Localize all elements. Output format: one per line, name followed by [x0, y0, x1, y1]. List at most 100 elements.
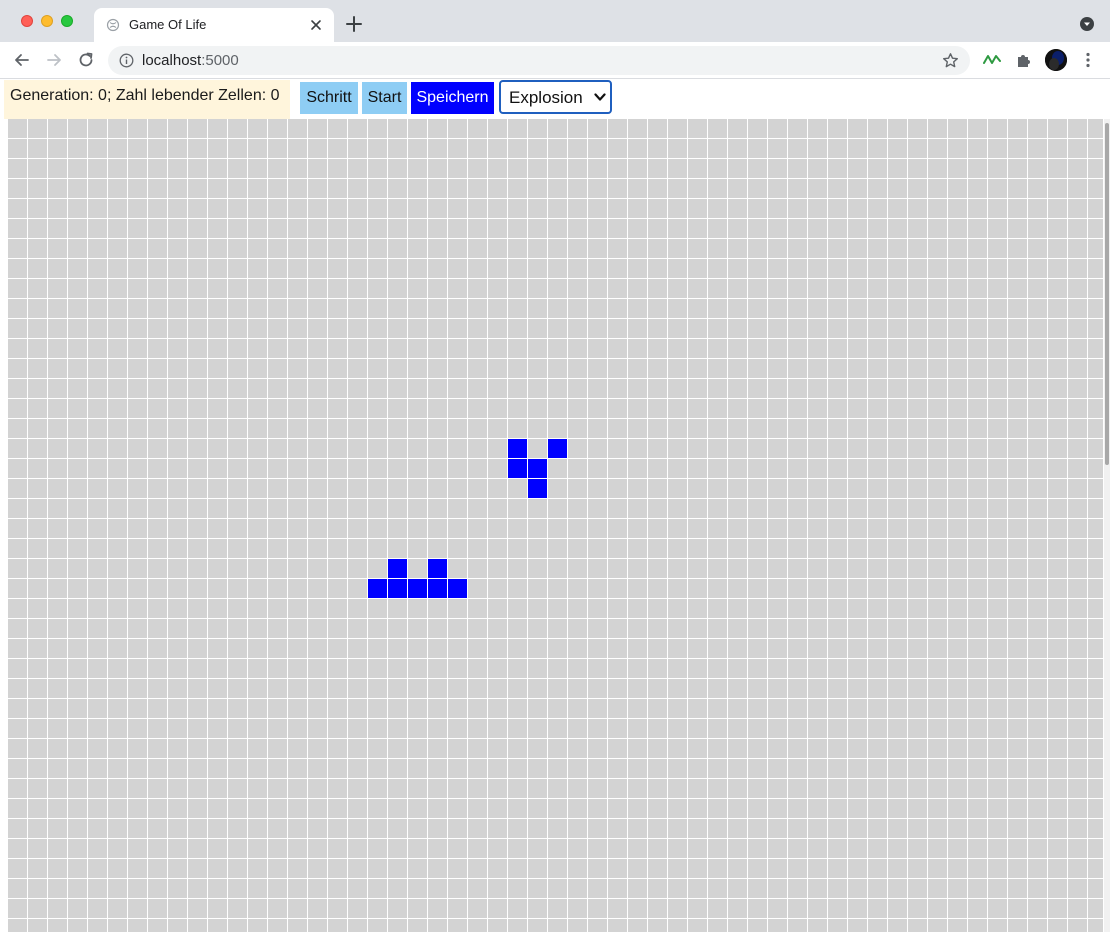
cell[interactable]: [428, 679, 447, 698]
cell[interactable]: [208, 399, 227, 418]
cell[interactable]: [988, 579, 1007, 598]
cell[interactable]: [428, 899, 447, 918]
cell[interactable]: [808, 599, 827, 618]
cell[interactable]: [428, 919, 447, 932]
cell[interactable]: [848, 119, 867, 138]
cell[interactable]: [348, 439, 367, 458]
cell[interactable]: [488, 739, 507, 758]
cell[interactable]: [1088, 879, 1103, 898]
cell[interactable]: [808, 399, 827, 418]
cell[interactable]: [508, 479, 527, 498]
cell[interactable]: [308, 299, 327, 318]
cell[interactable]: [128, 319, 147, 338]
cell[interactable]: [688, 599, 707, 618]
cell[interactable]: [508, 599, 527, 618]
cell[interactable]: [548, 899, 567, 918]
alive-cell[interactable]: [388, 559, 407, 578]
cell[interactable]: [848, 319, 867, 338]
cell[interactable]: [68, 539, 87, 558]
cell[interactable]: [868, 619, 887, 638]
cell[interactable]: [808, 479, 827, 498]
cell[interactable]: [868, 399, 887, 418]
cell[interactable]: [788, 699, 807, 718]
cell[interactable]: [1088, 859, 1103, 878]
cell[interactable]: [268, 379, 287, 398]
cell[interactable]: [188, 759, 207, 778]
cell[interactable]: [328, 359, 347, 378]
cell[interactable]: [268, 839, 287, 858]
cell[interactable]: [848, 879, 867, 898]
cell[interactable]: [568, 199, 587, 218]
cell[interactable]: [348, 399, 367, 418]
cell[interactable]: [908, 539, 927, 558]
cell[interactable]: [288, 479, 307, 498]
cell[interactable]: [128, 179, 147, 198]
cell[interactable]: [828, 119, 847, 138]
cell[interactable]: [68, 319, 87, 338]
cell[interactable]: [128, 259, 147, 278]
cell[interactable]: [88, 299, 107, 318]
cell[interactable]: [388, 279, 407, 298]
cell[interactable]: [148, 239, 167, 258]
cell[interactable]: [508, 859, 527, 878]
cell[interactable]: [248, 779, 267, 798]
cell[interactable]: [568, 459, 587, 478]
cell[interactable]: [748, 299, 767, 318]
cell[interactable]: [1028, 419, 1047, 438]
cell[interactable]: [208, 779, 227, 798]
cell[interactable]: [988, 879, 1007, 898]
cell[interactable]: [708, 559, 727, 578]
cell[interactable]: [828, 359, 847, 378]
cell[interactable]: [508, 399, 527, 418]
cell[interactable]: [88, 679, 107, 698]
cell[interactable]: [848, 179, 867, 198]
cell[interactable]: [568, 559, 587, 578]
cell[interactable]: [708, 299, 727, 318]
cell[interactable]: [28, 839, 47, 858]
alive-cell[interactable]: [428, 559, 447, 578]
cell[interactable]: [368, 179, 387, 198]
cell[interactable]: [968, 739, 987, 758]
cell[interactable]: [1088, 279, 1103, 298]
cell[interactable]: [928, 859, 947, 878]
cell[interactable]: [128, 699, 147, 718]
cell[interactable]: [248, 419, 267, 438]
cell[interactable]: [948, 399, 967, 418]
cell[interactable]: [8, 899, 27, 918]
cell[interactable]: [808, 579, 827, 598]
cell[interactable]: [548, 539, 567, 558]
cell[interactable]: [68, 679, 87, 698]
cell[interactable]: [688, 619, 707, 638]
cell[interactable]: [688, 919, 707, 932]
cell[interactable]: [488, 359, 507, 378]
cell[interactable]: [948, 439, 967, 458]
cell[interactable]: [448, 699, 467, 718]
cell[interactable]: [708, 779, 727, 798]
cell[interactable]: [988, 119, 1007, 138]
cell[interactable]: [448, 899, 467, 918]
cell[interactable]: [628, 159, 647, 178]
cell[interactable]: [928, 259, 947, 278]
cell[interactable]: [648, 799, 667, 818]
cell[interactable]: [308, 599, 327, 618]
cell[interactable]: [328, 559, 347, 578]
cell[interactable]: [988, 419, 1007, 438]
cell[interactable]: [1048, 159, 1067, 178]
cell[interactable]: [828, 919, 847, 932]
cell[interactable]: [808, 199, 827, 218]
cell[interactable]: [28, 659, 47, 678]
cell[interactable]: [528, 539, 547, 558]
cell[interactable]: [1008, 599, 1027, 618]
cell[interactable]: [388, 499, 407, 518]
cell[interactable]: [768, 679, 787, 698]
cell[interactable]: [248, 819, 267, 838]
cell[interactable]: [868, 539, 887, 558]
cell[interactable]: [8, 619, 27, 638]
cell[interactable]: [928, 139, 947, 158]
cell[interactable]: [308, 659, 327, 678]
cell[interactable]: [348, 359, 367, 378]
cell[interactable]: [448, 499, 467, 518]
cell[interactable]: [308, 679, 327, 698]
cell[interactable]: [8, 559, 27, 578]
cell[interactable]: [568, 899, 587, 918]
